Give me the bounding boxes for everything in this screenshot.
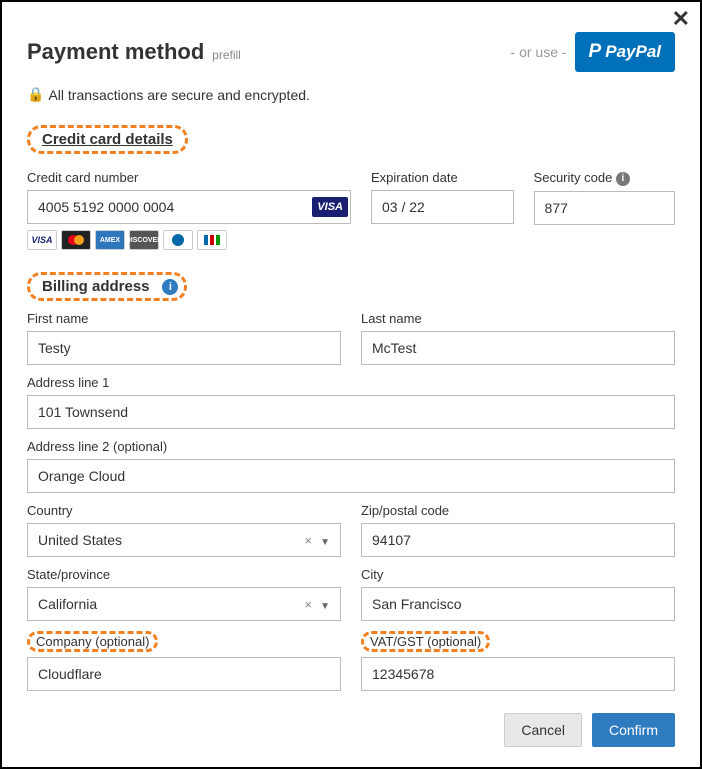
zip-input[interactable] bbox=[361, 523, 675, 557]
cc-section-heading: Credit card details bbox=[36, 129, 179, 150]
vat-label: VAT/GST (optional) bbox=[361, 631, 675, 652]
city-input[interactable] bbox=[361, 587, 675, 621]
addr2-input[interactable] bbox=[27, 459, 675, 493]
last-name-label: Last name bbox=[361, 311, 675, 326]
or-use-label: - or use - bbox=[511, 44, 567, 60]
lock-icon: 🔒 bbox=[27, 86, 44, 103]
confirm-button[interactable]: Confirm bbox=[592, 713, 675, 747]
cvv-input[interactable] bbox=[534, 191, 675, 225]
country-select[interactable]: United States × ▼ bbox=[27, 523, 341, 557]
chevron-down-icon: ▼ bbox=[320, 537, 330, 548]
addr1-label: Address line 1 bbox=[27, 375, 675, 390]
info-icon[interactable]: i bbox=[616, 172, 630, 186]
info-icon[interactable]: i bbox=[162, 279, 178, 295]
prefill-label: prefill bbox=[212, 48, 241, 62]
cancel-button[interactable]: Cancel bbox=[504, 713, 582, 747]
state-select[interactable]: California × ▼ bbox=[27, 587, 341, 621]
chevron-down-icon: ▼ bbox=[320, 601, 330, 612]
clear-icon[interactable]: × bbox=[305, 597, 313, 612]
page-title: Payment method bbox=[27, 39, 204, 64]
exp-input[interactable] bbox=[371, 190, 514, 224]
addr1-input[interactable] bbox=[27, 395, 675, 429]
diners-icon bbox=[163, 230, 193, 250]
paypal-label: PayPal bbox=[605, 42, 661, 62]
paypal-p-icon: P bbox=[589, 41, 602, 63]
mastercard-icon bbox=[61, 230, 91, 250]
payment-method-dialog: ✕ Payment method prefill - or use - P Pa… bbox=[0, 0, 702, 769]
close-icon[interactable]: ✕ bbox=[672, 8, 690, 30]
company-label: Company (optional) bbox=[27, 631, 341, 652]
state-label: State/province bbox=[27, 567, 341, 582]
cc-number-input[interactable] bbox=[27, 190, 351, 224]
paypal-button[interactable]: P PayPal bbox=[575, 32, 675, 72]
visa-chip-icon: VISA bbox=[312, 197, 348, 217]
state-value: California bbox=[38, 596, 97, 612]
secure-text: All transactions are secure and encrypte… bbox=[48, 87, 309, 103]
city-label: City bbox=[361, 567, 675, 582]
last-name-input[interactable] bbox=[361, 331, 675, 365]
country-label: Country bbox=[27, 503, 341, 518]
first-name-input[interactable] bbox=[27, 331, 341, 365]
cvv-label: Security code i bbox=[534, 170, 675, 186]
country-value: United States bbox=[38, 532, 122, 548]
jcb-icon bbox=[197, 230, 227, 250]
clear-icon[interactable]: × bbox=[305, 533, 313, 548]
first-name-label: First name bbox=[27, 311, 341, 326]
amex-icon: AMEX bbox=[95, 230, 125, 250]
cc-number-label: Credit card number bbox=[27, 170, 351, 185]
visa-icon: VISA bbox=[27, 230, 57, 250]
billing-section-heading: Billing address bbox=[36, 276, 156, 297]
addr2-label: Address line 2 (optional) bbox=[27, 439, 675, 454]
exp-label: Expiration date bbox=[371, 170, 514, 185]
zip-label: Zip/postal code bbox=[361, 503, 675, 518]
discover-icon: DISCOVER bbox=[129, 230, 159, 250]
